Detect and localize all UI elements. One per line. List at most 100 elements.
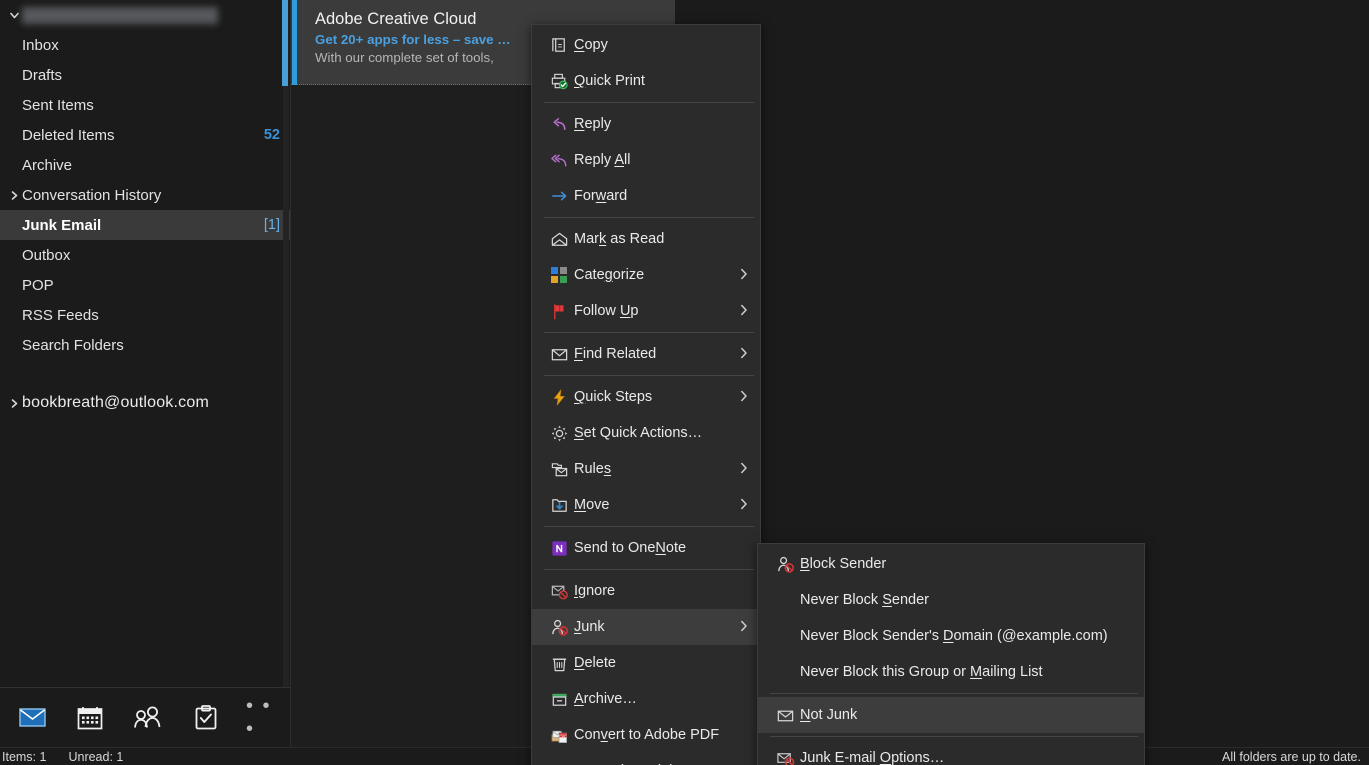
menu-item-label: Junk E-mail Options… (800, 750, 945, 765)
tasks-icon[interactable] (188, 701, 224, 735)
menu-item-label: Rules (574, 461, 612, 477)
submenu-item-not-junk[interactable]: Not Junk (758, 697, 1144, 733)
svg-text:PDF: PDF (559, 733, 567, 737)
menu-item-label: Move (574, 497, 610, 513)
sidebar-folder-rss-feeds[interactable]: RSS Feeds (0, 300, 290, 330)
sidebar-folder-inbox[interactable]: Inbox (0, 30, 290, 60)
menu-item-find-related[interactable]: Find Related (532, 336, 760, 372)
menu-item-quick-steps[interactable]: Quick Steps (532, 379, 760, 415)
sidebar-folder-drafts[interactable]: Drafts (0, 60, 290, 90)
folder-count: [1] (263, 217, 280, 233)
sidebar-folder-archive[interactable]: Archive (0, 150, 290, 180)
junk-options-icon (770, 749, 800, 765)
calendar-icon[interactable] (72, 701, 108, 735)
ignore-icon (544, 582, 574, 601)
menu-item-label: Forward (574, 188, 628, 204)
account-header-2[interactable]: bookbreath@outlook.com (0, 388, 290, 418)
submenu-chevron-icon (740, 390, 750, 405)
menu-item-label: Send to OneNote (574, 540, 687, 556)
folder-label: Junk Email (22, 216, 102, 234)
copy-icon (544, 36, 574, 55)
menu-item-label: Never Block Sender's Domain (@example.co… (800, 628, 1108, 644)
more-icon[interactable]: • • • (246, 695, 282, 740)
sidebar-folder-deleted-items[interactable]: Deleted Items 52 (0, 120, 290, 150)
context-menu: Copy Quick Print Reply Reply All Forward Mark… (531, 24, 761, 765)
menu-item-ignore[interactable]: Ignore (532, 573, 760, 609)
menu-item-label: Mark as Read (574, 231, 665, 247)
trash-icon (544, 654, 574, 673)
folder-pane-scrollbar-thumb[interactable] (282, 0, 288, 86)
submenu-item-block-sender[interactable]: Block Sender (758, 546, 1144, 582)
submenu-item-junk-e-mail-options[interactable]: Junk E-mail Options… (758, 740, 1144, 765)
folder-label: POP (22, 276, 54, 294)
submenu-chevron-icon (740, 304, 750, 319)
menu-item-label: Categorize (574, 267, 645, 283)
submenu-chevron-icon (740, 620, 750, 635)
menu-item-label: Quick Print (574, 73, 645, 89)
menu-item-append-to-adobe-pdf[interactable]: PDFAppend to Adobe PDF (532, 753, 760, 765)
sidebar-folder-junk-email[interactable]: Junk Email [1] (0, 210, 290, 240)
reply-all-icon (544, 151, 574, 170)
folder-label: Inbox (22, 36, 59, 54)
sidebar-folder-outbox[interactable]: Outbox (0, 240, 290, 270)
module-navigation-bar: • • • (0, 687, 291, 747)
junk-submenu: Block Sender Never Block Sender Never Bloc… (757, 543, 1145, 765)
menu-item-label: Delete (574, 655, 616, 671)
menu-item-copy[interactable]: Copy (532, 27, 760, 63)
submenu-item-never-block-this-group-or-mailing-list[interactable]: Never Block this Group or Mailing List (758, 654, 1144, 690)
menu-item-set-quick-actions[interactable]: Set Quick Actions… (532, 415, 760, 451)
onenote-icon (544, 539, 574, 558)
reply-icon (544, 115, 574, 134)
menu-item-label: Archive… (574, 691, 637, 707)
find-related-icon (544, 345, 574, 364)
sidebar-folder-search-folders[interactable]: Search Folders (0, 330, 290, 360)
menu-item-quick-print[interactable]: Quick Print (532, 63, 760, 99)
move-icon (544, 496, 574, 515)
folder-pane: Inbox Drafts Sent Items Deleted Items 52 Arch… (0, 0, 291, 687)
menu-item-label: Set Quick Actions… (574, 425, 703, 441)
menu-item-label: Find Related (574, 346, 657, 362)
menu-item-move[interactable]: Move (532, 487, 760, 523)
folder-pane-scrollbar-track[interactable] (282, 0, 289, 687)
chevron-right-icon[interactable] (6, 398, 22, 409)
forward-icon (544, 187, 574, 206)
chevron-down-icon[interactable] (6, 10, 22, 21)
categorize-icon (544, 267, 574, 283)
folder-label: Sent Items (22, 96, 94, 114)
people-icon[interactable] (130, 701, 166, 735)
sidebar-folder-sent-items[interactable]: Sent Items (0, 90, 290, 120)
menu-item-convert-to-adobe-pdf[interactable]: PDF Convert to Adobe PDF (532, 717, 760, 753)
menu-item-reply[interactable]: Reply (532, 106, 760, 142)
lightning-icon (544, 388, 574, 407)
chevron-right-icon[interactable] (6, 190, 22, 201)
mail-icon[interactable] (14, 701, 50, 735)
menu-item-label: Not Junk (800, 707, 858, 723)
status-sync-state: All folders are up to date. (1222, 749, 1361, 764)
menu-item-label: Never Block this Group or Mailing List (800, 664, 1043, 680)
account-email-redacted (22, 6, 218, 24)
menu-item-send-to-onenote[interactable]: Send to OneNote (532, 530, 760, 566)
account-header-1[interactable] (0, 0, 290, 30)
sidebar-folder-conversation-history[interactable]: Conversation History (0, 180, 290, 210)
archive-icon (544, 690, 574, 709)
menu-item-label: Reply All (574, 152, 631, 168)
sidebar-folder-pop[interactable]: POP (0, 270, 290, 300)
rules-icon (544, 460, 574, 479)
submenu-item-never-block-sender-s-domain-example-com[interactable]: Never Block Sender's Domain (@example.co… (758, 618, 1144, 654)
menu-item-junk[interactable]: Junk (532, 609, 760, 645)
folder-label: Deleted Items (22, 126, 115, 144)
menu-item-categorize[interactable]: Categorize (532, 257, 760, 293)
menu-item-follow-up[interactable]: Follow Up (532, 293, 760, 329)
menu-item-rules[interactable]: Rules (532, 451, 760, 487)
menu-item-forward[interactable]: Forward (532, 178, 760, 214)
menu-item-delete[interactable]: Delete (532, 645, 760, 681)
menu-item-mark-as-read[interactable]: Mark as Read (532, 221, 760, 257)
folder-list: Inbox Drafts Sent Items Deleted Items 52 Arch… (0, 30, 290, 360)
menu-item-label: Quick Steps (574, 389, 653, 405)
submenu-item-never-block-sender[interactable]: Never Block Sender (758, 582, 1144, 618)
junk-icon (544, 618, 574, 637)
folder-label: Archive (22, 156, 73, 174)
menu-item-archive[interactable]: Archive… (532, 681, 760, 717)
not-junk-icon (770, 706, 800, 725)
menu-item-reply-all[interactable]: Reply All (532, 142, 760, 178)
